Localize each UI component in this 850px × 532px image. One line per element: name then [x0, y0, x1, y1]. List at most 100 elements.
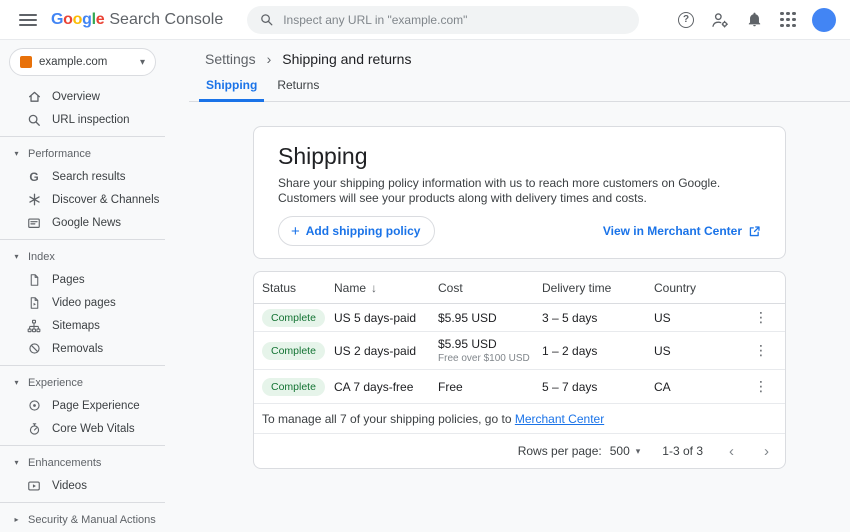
- sidebar-item-sitemaps[interactable]: Sitemaps: [0, 314, 165, 337]
- chevron-down-icon: ▾: [12, 252, 21, 261]
- policy-cost: $5.95 USD: [438, 311, 542, 325]
- sidebar-section-index[interactable]: ▾ Index: [0, 245, 165, 268]
- help-icon[interactable]: ?: [672, 6, 700, 34]
- google-g-icon: G: [26, 169, 42, 185]
- column-header-delivery-time: Delivery time: [542, 281, 654, 295]
- status-badge: Complete: [262, 309, 325, 327]
- account-avatar[interactable]: [812, 8, 836, 32]
- content-area: Shipping Share your shipping policy info…: [165, 126, 850, 469]
- sidebar-item-url-inspection[interactable]: URL inspection: [0, 108, 165, 131]
- sparkle-icon: [26, 192, 42, 208]
- status-badge: Complete: [262, 342, 325, 360]
- removals-blocked-icon: [26, 341, 42, 357]
- tab-bar: Shipping Returns: [189, 78, 850, 102]
- breadcrumb-settings-link[interactable]: Settings: [205, 51, 256, 67]
- sidebar-item-label: Core Web Vitals: [52, 423, 135, 435]
- row-menu-kebab-icon[interactable]: ⋮: [754, 342, 768, 358]
- sidebar-item-discover-channels[interactable]: Discover & Channels: [0, 188, 165, 211]
- logo-letter: G: [51, 11, 63, 29]
- sidebar-section-performance[interactable]: ▾ Performance: [0, 142, 165, 165]
- notifications-bell-icon[interactable]: [740, 6, 768, 34]
- logo-letter: o: [73, 11, 82, 29]
- sidebar-section-security-manual-actions[interactable]: ▸ Security & Manual Actions: [0, 508, 165, 531]
- search-input[interactable]: [283, 13, 629, 27]
- table-row: Complete US 2 days-paid $5.95 USD Free o…: [254, 332, 785, 370]
- logo-letter: g: [82, 11, 91, 29]
- sidebar-item-label: Video pages: [52, 297, 116, 309]
- sidebar-section-label: Security & Manual Actions: [28, 514, 156, 526]
- sidebar-item-search-results[interactable]: G Search results: [0, 165, 165, 188]
- rows-per-page-select[interactable]: 500 ▾: [610, 444, 641, 458]
- video-page-icon: [26, 295, 42, 311]
- chevron-down-icon: ▾: [12, 149, 21, 158]
- policy-name: US 5 days-paid: [334, 311, 416, 325]
- row-menu-kebab-icon[interactable]: ⋮: [754, 309, 768, 325]
- tab-shipping[interactable]: Shipping: [199, 78, 264, 102]
- external-link-icon: [748, 225, 761, 238]
- sidebar-divider: [0, 502, 165, 503]
- app-logo[interactable]: Google Search Console: [51, 11, 223, 29]
- row-menu-kebab-icon[interactable]: ⋮: [754, 378, 768, 394]
- policy-cost-note: Free over $100 USD: [438, 353, 542, 364]
- property-selector[interactable]: example.com ▾: [9, 48, 156, 76]
- sidebar-divider: [0, 365, 165, 366]
- chevron-right-icon: ›: [267, 51, 272, 67]
- policy-delivery-time: 5 – 7 days: [542, 380, 654, 394]
- column-header-country: Country: [654, 281, 745, 295]
- policy-name: CA 7 days-free: [334, 380, 413, 394]
- plus-icon: +: [291, 224, 300, 239]
- sidebar-item-label: URL inspection: [52, 114, 130, 126]
- status-badge: Complete: [262, 378, 325, 396]
- user-settings-icon[interactable]: [706, 6, 734, 34]
- column-header-name[interactable]: Name ↓: [334, 281, 438, 295]
- sidebar-item-removals[interactable]: Removals: [0, 337, 165, 360]
- table-row: Complete US 5 days-paid $5.95 USD 3 – 5 …: [254, 304, 785, 332]
- search-icon: [26, 112, 42, 128]
- sidebar-item-video-pages[interactable]: Video pages: [0, 291, 165, 314]
- property-label: example.com: [39, 56, 133, 68]
- product-name: Search Console: [109, 11, 223, 29]
- sidebar-section-label: Performance: [28, 148, 91, 160]
- sidebar-section-enhancements[interactable]: ▾ Enhancements: [0, 451, 165, 474]
- sidebar-item-pages[interactable]: Pages: [0, 268, 165, 291]
- tab-returns[interactable]: Returns: [270, 78, 326, 102]
- sort-descending-icon: ↓: [371, 281, 377, 295]
- sidebar-item-google-news[interactable]: Google News: [0, 211, 165, 234]
- url-inspection-searchbar[interactable]: [247, 6, 639, 34]
- sidebar-item-label: Page Experience: [52, 400, 140, 412]
- main-content: Settings › Shipping and returns Shipping…: [165, 40, 850, 532]
- sidebar-item-label: Overview: [52, 91, 100, 103]
- previous-page-icon[interactable]: ‹: [725, 443, 738, 460]
- card-actions: + Add shipping policy View in Merchant C…: [278, 216, 761, 246]
- sidebar-section-label: Index: [28, 251, 55, 263]
- next-page-icon[interactable]: ›: [760, 443, 773, 460]
- sidebar-item-overview[interactable]: Overview: [0, 85, 165, 108]
- sitemap-icon: [26, 318, 42, 334]
- sidebar-item-core-web-vitals[interactable]: Core Web Vitals: [0, 417, 165, 440]
- sidebar: example.com ▾ Overview URL inspection ▾ …: [0, 40, 165, 532]
- chevron-down-icon: ▾: [12, 378, 21, 387]
- apps-grid-icon[interactable]: [774, 6, 802, 34]
- news-icon: [26, 215, 42, 231]
- merchant-center-link[interactable]: Merchant Center: [515, 412, 604, 426]
- sidebar-item-label: Sitemaps: [52, 320, 100, 332]
- page-title: Shipping: [278, 143, 761, 170]
- sidebar-divider: [0, 239, 165, 240]
- view-in-merchant-center-link[interactable]: View in Merchant Center: [603, 224, 761, 238]
- add-shipping-policy-button[interactable]: + Add shipping policy: [278, 216, 435, 246]
- shipping-intro-card: Shipping Share your shipping policy info…: [253, 126, 786, 259]
- sidebar-item-videos[interactable]: Videos: [0, 474, 165, 497]
- property-favicon: [20, 56, 32, 68]
- sidebar-item-label: Discover & Channels: [52, 194, 159, 206]
- logo-letter: e: [96, 11, 105, 29]
- hamburger-menu-icon[interactable]: [19, 14, 37, 26]
- sidebar-item-label: Pages: [52, 274, 85, 286]
- sidebar-item-page-experience[interactable]: Page Experience: [0, 394, 165, 417]
- search-icon: [259, 12, 274, 27]
- chevron-down-icon: ▾: [12, 458, 21, 467]
- pagination-bar: Rows per page: 500 ▾ 1-3 of 3 ‹ ›: [254, 434, 785, 468]
- policy-country: CA: [654, 380, 745, 394]
- pagination-range: 1-3 of 3: [662, 444, 703, 458]
- policy-country: US: [654, 344, 745, 358]
- sidebar-section-experience[interactable]: ▾ Experience: [0, 371, 165, 394]
